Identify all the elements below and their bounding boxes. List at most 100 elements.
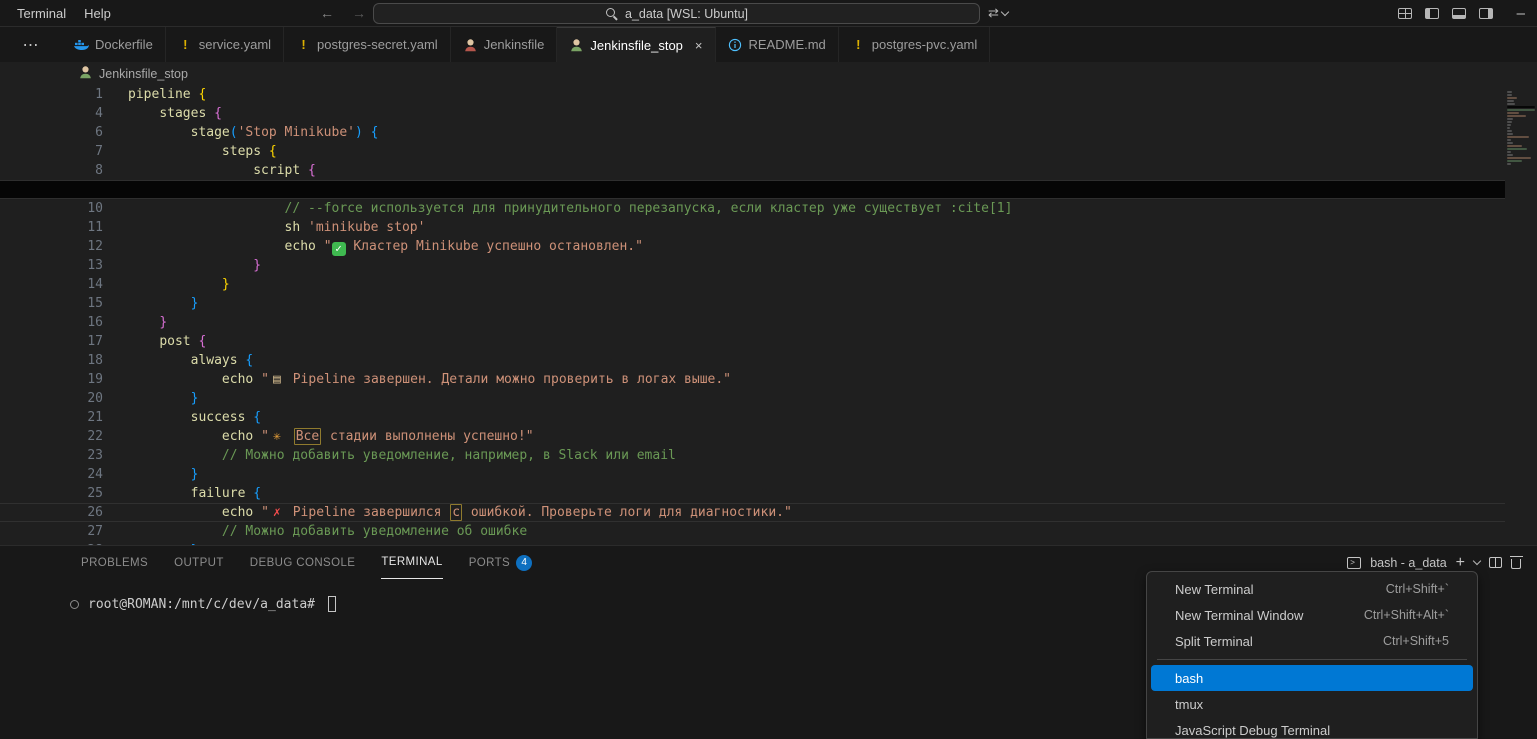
- tab-readme-md[interactable]: README.md: [716, 27, 839, 62]
- code-seg: {: [214, 106, 222, 121]
- panel-tab-label: DEBUG CONSOLE: [250, 557, 356, 569]
- window-minimize-button[interactable]: [1517, 5, 1525, 22]
- code-line-6[interactable]: 6 stage('Stop Minikube') {: [0, 123, 1505, 142]
- menu-terminal[interactable]: Terminal: [8, 6, 75, 21]
- minimap-line: [1507, 127, 1510, 129]
- code-seg: [128, 296, 191, 311]
- code-seg: {: [245, 353, 253, 368]
- forward-icon[interactable]: →: [352, 5, 366, 21]
- split-terminal-icon[interactable]: [1489, 557, 1502, 568]
- code-line-23[interactable]: 23 // Можно добавить уведомление, наприм…: [0, 446, 1505, 465]
- code-text: stage('Stop Minikube') {: [103, 123, 378, 142]
- title-action-icon[interactable]: [988, 5, 1008, 21]
- emo-x-icon: [269, 504, 285, 521]
- code-seg: [128, 486, 191, 501]
- tab-postgres-pvc-yaml[interactable]: !postgres-pvc.yaml: [839, 27, 990, 62]
- code-line-10[interactable]: 10 // --force используется для принудите…: [0, 199, 1505, 218]
- code-line-7[interactable]: 7 steps {: [0, 142, 1505, 161]
- menu-item-shortcut: Ctrl+Shift+Alt+`: [1364, 608, 1449, 622]
- back-icon[interactable]: ←: [320, 5, 334, 21]
- kill-terminal-icon[interactable]: [1511, 559, 1521, 569]
- code-text: echo " Pipeline завершен. Детали можно п…: [103, 370, 731, 389]
- minimap-line: [1507, 118, 1513, 120]
- code-line-16[interactable]: 16 }: [0, 313, 1505, 332]
- line-number: 24: [0, 465, 103, 484]
- code-text: }: [103, 313, 167, 332]
- line-number: 11: [0, 218, 103, 237]
- minimap-line: [1507, 103, 1515, 105]
- tab-postgres-secret-yaml[interactable]: !postgres-secret.yaml: [284, 27, 451, 62]
- menu-item-javascript-debug-terminal[interactable]: JavaScript Debug Terminal: [1151, 717, 1473, 739]
- code-line-21[interactable]: 21 success {: [0, 408, 1505, 427]
- code-text: echo " Все стадии выполнены успешно!": [103, 427, 534, 446]
- minimap-line: [1507, 130, 1512, 132]
- code-seg: (: [230, 125, 238, 140]
- menu-item-tmux[interactable]: tmux: [1151, 691, 1473, 717]
- terminal-profiles-dropdown-icon[interactable]: [1473, 557, 1481, 565]
- code-line-25[interactable]: 25 failure {: [0, 484, 1505, 503]
- panel-tab-terminal[interactable]: TERMINAL: [381, 546, 442, 579]
- code-line-1[interactable]: 1pipeline {: [0, 85, 1505, 104]
- code-seg: post: [159, 334, 190, 349]
- code-seg: [316, 239, 324, 254]
- minimap-line: [1507, 91, 1512, 93]
- command-center-search[interactable]: a_data [WSL: Ubuntu]: [373, 3, 980, 24]
- panel-tab-problems[interactable]: PROBLEMS: [81, 546, 148, 579]
- close-icon[interactable]: ×: [695, 38, 703, 53]
- code-line-20[interactable]: 20 }: [0, 389, 1505, 408]
- line-number: 26: [0, 504, 103, 521]
- overflow-menu-icon[interactable]: [0, 27, 62, 62]
- command-decoration-icon[interactable]: [70, 600, 79, 609]
- tab-service-yaml[interactable]: !service.yaml: [166, 27, 284, 62]
- code-line-26[interactable]: 26 echo " Pipeline завершился с ошибкой.…: [0, 503, 1505, 522]
- code-line-24[interactable]: 24 }: [0, 465, 1505, 484]
- new-terminal-button[interactable]: [1456, 554, 1465, 572]
- minimap[interactable]: [1505, 85, 1537, 545]
- code-line-18[interactable]: 18 always {: [0, 351, 1505, 370]
- code-line-19[interactable]: 19 echo " Pipeline завершен. Детали можн…: [0, 370, 1505, 389]
- code-line-11[interactable]: 11 sh 'minikube stop': [0, 218, 1505, 237]
- code-line-4[interactable]: 4 stages {: [0, 104, 1505, 123]
- code-seg: [253, 372, 261, 387]
- code-seg: ): [355, 125, 363, 140]
- menu-item-label: Split Terminal: [1175, 634, 1253, 649]
- tab-jenkinsfile-stop[interactable]: Jenkinsfile_stop×: [557, 27, 715, 62]
- code-line-27[interactable]: 27 // Можно добавить уведомление об ошиб…: [0, 522, 1505, 541]
- panel-tab-ports[interactable]: PORTS4: [469, 546, 532, 579]
- minimap-line: [1507, 115, 1526, 117]
- customize-layout-icon[interactable]: [1398, 8, 1412, 19]
- code-text: // Можно добавить уведомление, например,…: [103, 446, 676, 465]
- terminal-session-label[interactable]: bash - a_data: [1370, 556, 1446, 570]
- menu-item-new-terminal[interactable]: New TerminalCtrl+Shift+`: [1151, 576, 1473, 602]
- code-line-15[interactable]: 15 }: [0, 294, 1505, 313]
- code-seg: always: [191, 353, 238, 368]
- code-line-12[interactable]: 12 echo " Кластер Minikube успешно остан…: [0, 237, 1505, 256]
- code-line-13[interactable]: 13 }: [0, 256, 1505, 275]
- breadcrumb[interactable]: Jenkinsfile_stop: [0, 62, 1537, 85]
- tab-dockerfile[interactable]: Dockerfile: [62, 27, 166, 62]
- line-number: 13: [0, 256, 103, 275]
- code-text: failure {: [103, 484, 261, 503]
- panel-tab-debug-console[interactable]: DEBUG CONSOLE: [250, 546, 356, 579]
- toggle-sidebar-right-icon[interactable]: [1479, 8, 1493, 19]
- menu-item-split-terminal[interactable]: Split TerminalCtrl+Shift+5: [1151, 628, 1473, 654]
- ports-badge: 4: [516, 555, 532, 571]
- code-editor[interactable]: 1pipeline {4 stages {6 stage('Stop Minik…: [0, 85, 1505, 545]
- menu-item-bash[interactable]: bash: [1151, 665, 1473, 691]
- code-line-17[interactable]: 17 post {: [0, 332, 1505, 351]
- code-seg: {: [253, 410, 261, 425]
- code-text: }: [103, 465, 198, 484]
- code-line-8[interactable]: 8 script {: [0, 161, 1505, 180]
- code-seg: [128, 258, 253, 273]
- panel-tab-output[interactable]: OUTPUT: [174, 546, 224, 579]
- code-seg: echo: [285, 239, 316, 254]
- menu-help[interactable]: Help: [75, 6, 120, 21]
- terminal-prompt[interactable]: root@ROMAN:/mnt/c/dev/a_data#: [88, 597, 315, 612]
- code-line-14[interactable]: 14 }: [0, 275, 1505, 294]
- code-line-22[interactable]: 22 echo " Все стадии выполнены успешно!": [0, 427, 1505, 446]
- code-seg: stage: [191, 125, 230, 140]
- toggle-panel-icon[interactable]: [1452, 8, 1466, 19]
- menu-item-new-terminal-window[interactable]: New Terminal WindowCtrl+Shift+Alt+`: [1151, 602, 1473, 628]
- toggle-sidebar-left-icon[interactable]: [1425, 8, 1439, 19]
- tab-jenkinsfile[interactable]: Jenkinsfile: [451, 27, 558, 62]
